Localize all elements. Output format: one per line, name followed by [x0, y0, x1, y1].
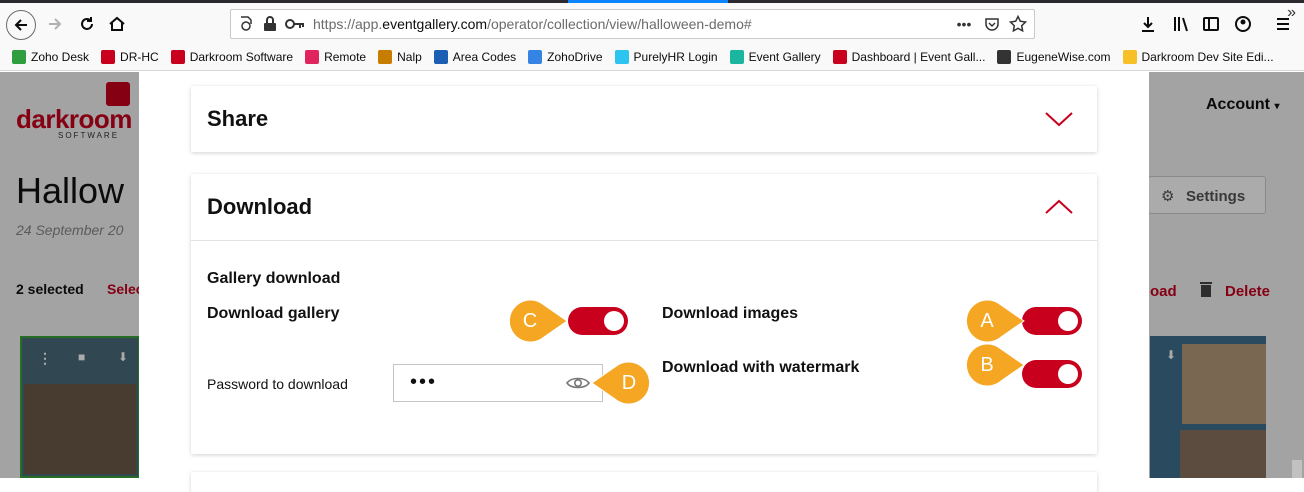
toggle-knob	[1058, 311, 1078, 331]
download-images-label: Download images	[662, 305, 799, 322]
pocket-icon[interactable]	[981, 13, 1003, 35]
bookmark-star-icon[interactable]	[1007, 13, 1029, 35]
bookmark-label: EugeneWise.com	[1016, 49, 1111, 64]
bookmark-label: ZohoDrive	[547, 49, 603, 64]
page-actions-icon[interactable]: •••	[953, 13, 975, 35]
bookmarks-overflow-button[interactable]: »	[1287, 4, 1296, 22]
account-circle-icon	[1235, 16, 1251, 32]
toggle-knob	[604, 311, 624, 331]
download-watermark-toggle[interactable]	[1022, 360, 1082, 388]
bookmark-favicon-icon	[101, 49, 116, 64]
download-arrow-icon	[1142, 17, 1154, 32]
back-button[interactable]	[6, 10, 36, 40]
bookmark-favicon-icon	[378, 49, 393, 64]
password-field[interactable]: •••	[393, 364, 603, 402]
bookmark-item[interactable]: Zoho Desk	[12, 49, 90, 64]
bookmark-item[interactable]: DR-HC	[101, 49, 159, 64]
bookmark-label: Event Gallery	[748, 49, 821, 64]
callout-d: D	[590, 360, 654, 406]
next-section[interactable]	[191, 472, 1097, 492]
url-text[interactable]: https://app.eventgallery.com/operator/co…	[313, 16, 752, 32]
bookmark-item[interactable]: ZohoDrive	[528, 49, 603, 64]
share-section[interactable]: Share	[191, 86, 1097, 152]
bookmark-favicon-icon	[997, 49, 1012, 64]
bookmark-item[interactable]: PurelyHR Login	[614, 49, 718, 64]
bookmark-item[interactable]: EugeneWise.com	[997, 49, 1111, 64]
bookmark-label: Darkroom Dev Site Edi...	[1141, 49, 1274, 64]
bookmark-label: Dashboard | Event Gall...	[851, 49, 986, 64]
downloads-button[interactable]	[1135, 11, 1161, 37]
callout-b: B	[962, 342, 1026, 388]
home-icon	[109, 16, 125, 31]
chevron-up-icon[interactable]	[1044, 198, 1074, 216]
bookmark-item[interactable]: Event Gallery	[729, 49, 821, 64]
eye-icon[interactable]	[566, 375, 590, 391]
scrollbar-thumb[interactable]	[1292, 460, 1302, 478]
bookmark-label: PurelyHR Login	[633, 49, 718, 64]
site-info-icon[interactable]	[235, 13, 257, 35]
address-bar[interactable]: https://app.eventgallery.com/operator/co…	[230, 9, 1035, 39]
home-button[interactable]	[104, 11, 130, 37]
bookmark-favicon-icon	[729, 49, 744, 64]
toggle-knob	[1058, 364, 1078, 384]
arrow-right-icon	[49, 18, 62, 30]
account-button[interactable]	[1230, 11, 1256, 37]
bookmark-favicon-icon	[832, 49, 847, 64]
password-label: Password to download	[207, 376, 348, 392]
bookmark-item[interactable]: Darkroom Dev Site Edi...	[1122, 49, 1274, 64]
bookmark-label: Remote	[324, 49, 367, 64]
bookmark-favicon-icon	[433, 49, 448, 64]
download-gallery-label: Download gallery	[207, 305, 340, 322]
bookmark-item[interactable]: Remote	[305, 49, 367, 64]
arrow-left-icon	[14, 19, 27, 31]
callout-label: B	[980, 354, 994, 376]
sidebar-button[interactable]	[1198, 11, 1224, 37]
bookmark-label: Darkroom Software	[189, 49, 294, 64]
reload-button[interactable]	[74, 11, 100, 37]
lock-icon[interactable]	[259, 13, 281, 35]
callout-label: C	[522, 310, 538, 332]
bookmark-item[interactable]: Darkroom Software	[170, 49, 294, 64]
key-icon[interactable]	[283, 13, 307, 35]
download-images-toggle[interactable]	[1022, 307, 1082, 335]
download-section-title[interactable]: Download	[207, 194, 312, 220]
bookmark-item[interactable]: Area Codes	[433, 49, 517, 64]
bookmark-label: Nalp	[397, 49, 422, 64]
collection-settings-modal: Share Download Gallery download Download…	[139, 72, 1149, 492]
callout-label: D	[621, 372, 637, 394]
bookmark-label: Area Codes	[452, 49, 517, 64]
download-with-watermark-label: Download with watermark	[662, 359, 860, 376]
gallery-download-heading: Gallery download	[207, 270, 341, 287]
reload-icon	[81, 17, 93, 30]
bookmark-favicon-icon	[614, 49, 629, 64]
library-icon	[1174, 17, 1188, 32]
callout-label: A	[980, 310, 994, 332]
bookmark-item[interactable]: Nalp	[378, 49, 422, 64]
callout-a: A	[962, 298, 1026, 344]
bookmark-favicon-icon	[1122, 49, 1137, 64]
sidebar-icon	[1203, 17, 1219, 31]
bookmark-item[interactable]: Dashboard | Event Gall...	[832, 49, 986, 64]
bookmark-label: Zoho Desk	[31, 49, 90, 64]
bookmark-favicon-icon	[12, 49, 26, 64]
password-value: •••	[410, 371, 438, 393]
share-section-title: Share	[207, 106, 269, 131]
chevron-down-icon[interactable]	[1044, 110, 1074, 128]
callout-c: C	[505, 298, 569, 344]
forward-button[interactable]	[42, 11, 68, 37]
bookmark-favicon-icon	[305, 49, 320, 64]
download-gallery-toggle[interactable]	[568, 307, 628, 335]
navigation-toolbar: https://app.eventgallery.com/operator/co…	[0, 3, 1304, 43]
bookmark-label: DR-HC	[120, 49, 159, 64]
library-button[interactable]	[1168, 11, 1194, 37]
bookmarks-toolbar: Zoho Desk DR-HC Darkroom Software Remote Nal…	[0, 43, 1304, 71]
section-divider	[191, 240, 1097, 241]
bookmark-favicon-icon	[528, 49, 543, 64]
bookmark-favicon-icon	[170, 49, 185, 64]
